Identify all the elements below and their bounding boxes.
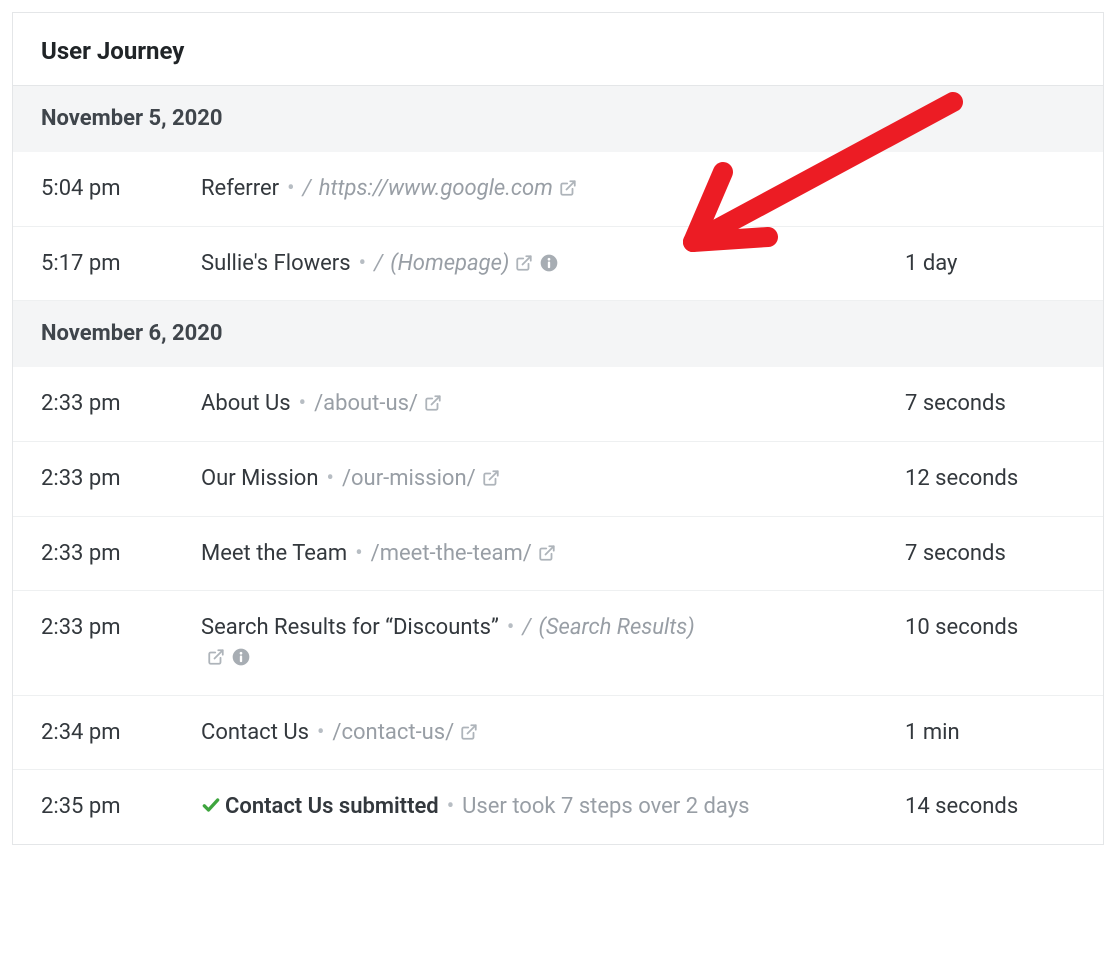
journey-row: 2:34 pmContact Us•/contact-us/1 min: [13, 696, 1103, 771]
row-duration: 7 seconds: [905, 389, 1075, 419]
separator-dot: •: [279, 176, 302, 201]
slash-prefix: /: [303, 176, 319, 201]
row-path: /about-us/: [314, 391, 418, 416]
journey-row: 2:33 pmOur Mission•/our-mission/12 secon…: [13, 442, 1103, 517]
external-link-icon[interactable]: [515, 254, 533, 272]
row-main: Sullie's Flowers•/ (Homepage): [201, 249, 905, 279]
journey-row: 2:33 pmMeet the Team•/meet-the-team/7 se…: [13, 517, 1103, 592]
row-title: Referrer: [201, 176, 279, 201]
row-time: 5:17 pm: [41, 249, 201, 279]
external-link-icon[interactable]: [424, 394, 442, 412]
date-label: November 5, 2020: [41, 106, 223, 131]
row-duration: 1 day: [905, 249, 1075, 279]
panel-header: User Journey: [13, 13, 1103, 86]
row-path: https://www.google.com: [319, 176, 553, 201]
row-time: 2:34 pm: [41, 718, 201, 748]
journey-row: 2:35 pmContact Us submitted•User took 7 …: [13, 770, 1103, 844]
external-link-icon[interactable]: [207, 648, 225, 666]
row-time: 2:33 pm: [41, 613, 201, 643]
external-link-icon[interactable]: [460, 723, 478, 741]
row-duration: 14 seconds: [905, 792, 1075, 822]
info-icon[interactable]: [231, 647, 251, 667]
separator-dot: •: [351, 251, 374, 276]
date-label: November 6, 2020: [41, 321, 223, 346]
separator-dot: •: [499, 615, 522, 640]
row-title: About Us: [201, 391, 291, 416]
row-path: /contact-us/: [332, 720, 454, 745]
row-time: 2:33 pm: [41, 464, 201, 494]
user-journey-panel: User Journey November 5, 2020 5:04 pmRefe…: [12, 12, 1104, 845]
external-link-icon[interactable]: [482, 469, 500, 487]
row-time: 2:33 pm: [41, 539, 201, 569]
slash-prefix: /: [522, 615, 538, 640]
separator-dot: •: [439, 794, 462, 819]
row-path: /our-mission/: [342, 466, 476, 491]
row-main: Contact Us•/contact-us/: [201, 718, 905, 748]
row-path: (Homepage): [390, 251, 509, 276]
row-duration: 10 seconds: [905, 613, 1075, 643]
row-path: (Search Results): [539, 615, 695, 640]
row-path: /meet-the-team/: [371, 541, 532, 566]
row-summary: User took 7 steps over 2 days: [462, 794, 749, 819]
date-header: November 6, 2020: [13, 301, 1103, 367]
panel-title: User Journey: [41, 35, 1075, 67]
row-title: Contact Us: [201, 720, 309, 745]
row-time: 5:04 pm: [41, 174, 201, 204]
separator-dot: •: [319, 466, 342, 491]
row-main: Our Mission•/our-mission/: [201, 464, 905, 494]
row-title: Sullie's Flowers: [201, 251, 351, 276]
row-main: About Us•/about-us/: [201, 389, 905, 419]
slash-prefix: /: [374, 251, 390, 276]
external-link-icon[interactable]: [559, 179, 577, 197]
separator-dot: •: [291, 391, 314, 416]
row-main: Search Results for “Discounts”•/ (Search…: [201, 613, 905, 672]
journey-row: 5:04 pmReferrer•/ https://www.google.com: [13, 152, 1103, 227]
row-main: Meet the Team•/meet-the-team/: [201, 539, 905, 569]
journey-row: 5:17 pmSullie's Flowers•/ (Homepage)1 da…: [13, 227, 1103, 302]
row-main: Referrer•/ https://www.google.com: [201, 174, 905, 204]
row-title: Meet the Team: [201, 541, 347, 566]
row-duration: 12 seconds: [905, 464, 1075, 494]
row-title: Our Mission: [201, 466, 319, 491]
journey-row: 2:33 pmAbout Us•/about-us/7 seconds: [13, 367, 1103, 442]
row-time: 2:35 pm: [41, 792, 201, 822]
info-icon[interactable]: [539, 253, 559, 273]
journey-row: 2:33 pmSearch Results for “Discounts”•/ …: [13, 591, 1103, 695]
separator-dot: •: [309, 720, 332, 745]
row-time: 2:33 pm: [41, 389, 201, 419]
separator-dot: •: [347, 541, 370, 566]
row-duration: 1 min: [905, 718, 1075, 748]
date-header: November 5, 2020: [13, 86, 1103, 152]
check-icon: [201, 795, 221, 815]
row-title: Search Results for “Discounts”: [201, 615, 499, 640]
row-main: Contact Us submitted•User took 7 steps o…: [201, 792, 905, 822]
external-link-icon[interactable]: [538, 544, 556, 562]
row-duration: 7 seconds: [905, 539, 1075, 569]
row-title: Contact Us submitted: [225, 794, 439, 819]
